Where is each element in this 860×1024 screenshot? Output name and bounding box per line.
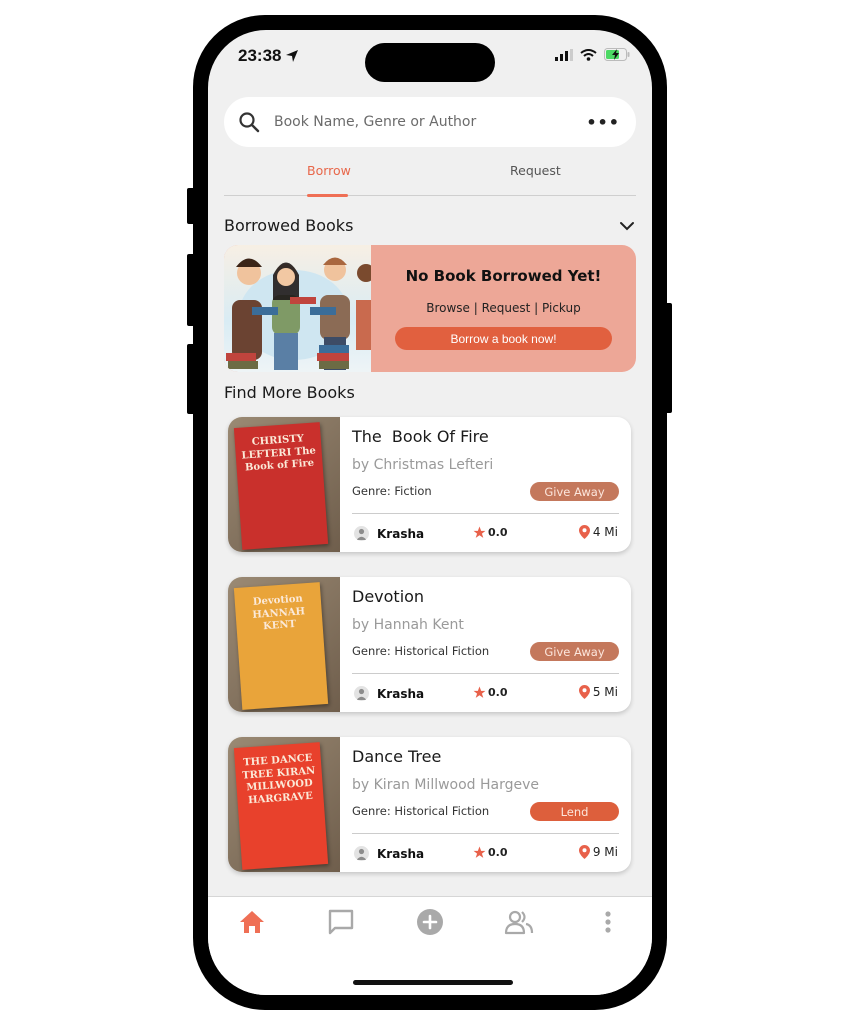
location-arrow-icon xyxy=(286,50,299,62)
avatar xyxy=(354,526,369,541)
book-info: Devotion by Hannah Kent Genre: Historica… xyxy=(352,577,619,712)
book-rating: 0.0 xyxy=(473,686,508,699)
book-info: The Book Of Fire by Christmas Lefteri Ge… xyxy=(352,417,619,552)
card-divider xyxy=(352,513,619,514)
book-card[interactable]: CHRISTY LEFTERI The Book of Fire The Boo… xyxy=(228,417,631,552)
listing-type-badge: Give Away xyxy=(530,642,619,661)
location-pin-icon xyxy=(578,525,590,539)
search-bar: ••• xyxy=(224,97,636,147)
book-author: by Christmas Lefteri xyxy=(352,457,494,473)
book-distance: 4 Mi xyxy=(578,525,618,539)
book-cover-image: CHRISTY LEFTERI The Book of Fire xyxy=(228,417,340,552)
location-pin-icon xyxy=(578,845,590,859)
book-title: The Book Of Fire xyxy=(352,427,489,446)
distance-value: 4 Mi xyxy=(592,525,618,539)
star-icon xyxy=(473,526,486,538)
nav-messages[interactable] xyxy=(326,907,356,937)
book-author: by Hannah Kent xyxy=(352,617,464,633)
book-card[interactable]: Devotion HANNAH KENT Devotion by Hannah … xyxy=(228,577,631,712)
book-distance: 5 Mi xyxy=(578,685,618,699)
book-cover-image: Devotion HANNAH KENT xyxy=(228,577,340,712)
owner-name: Krasha xyxy=(377,846,425,861)
status-icons xyxy=(555,48,630,61)
dynamic-island xyxy=(365,43,495,82)
nav-more[interactable] xyxy=(593,907,623,937)
more-options-icon[interactable]: ••• xyxy=(586,113,620,132)
book-distance: 9 Mi xyxy=(578,845,618,859)
avatar xyxy=(354,686,369,701)
book-cover-art: CHRISTY LEFTERI The Book of Fire xyxy=(233,422,329,550)
tab-borrow[interactable]: Borrow xyxy=(307,163,351,178)
chevron-down-icon[interactable] xyxy=(618,217,636,235)
book-card-footer: Krasha 0.0 5 Mi xyxy=(352,685,619,705)
tab-bar: Borrow Request xyxy=(224,156,636,197)
home-indicator xyxy=(353,980,513,985)
nav-add[interactable] xyxy=(415,907,445,937)
book-cover-art: Devotion HANNAH KENT xyxy=(233,582,329,710)
owner-name: Krasha xyxy=(377,686,425,701)
book-genre: Genre: Historical Fiction xyxy=(352,804,490,818)
book-author: by Kiran Millwood Hargeve xyxy=(352,777,540,793)
book-info: Dance Tree by Kiran Millwood Hargeve Gen… xyxy=(352,737,619,872)
add-circle-icon xyxy=(417,909,443,935)
people-sharing-books-illustration xyxy=(224,245,375,372)
nav-home[interactable] xyxy=(237,907,267,937)
time-text: 23:38 xyxy=(238,46,282,65)
borrow-book-now-button[interactable]: Borrow a book now! xyxy=(395,327,612,350)
search-input[interactable] xyxy=(274,114,587,130)
book-title: Devotion xyxy=(352,587,425,606)
tab-request[interactable]: Request xyxy=(510,163,561,178)
listing-type-badge: Give Away xyxy=(530,482,619,501)
book-owner[interactable]: Krasha xyxy=(354,526,424,541)
status-time: 23:38 xyxy=(238,46,299,66)
active-tab-indicator xyxy=(307,194,348,197)
book-cover-art: THE DANCE TREE KIRAN MILLWOOD HARGRAVE xyxy=(233,742,329,870)
book-card[interactable]: THE DANCE TREE KIRAN MILLWOOD HARGRAVE D… xyxy=(228,737,631,872)
star-icon xyxy=(473,846,486,858)
book-genre: Genre: Historical Fiction xyxy=(352,644,490,658)
distance-value: 9 Mi xyxy=(592,845,618,859)
book-card-footer: Krasha 0.0 4 Mi xyxy=(352,525,619,545)
distance-value: 5 Mi xyxy=(592,685,618,699)
book-genre: Genre: Fiction xyxy=(352,484,432,498)
wifi-icon xyxy=(580,48,597,61)
book-owner[interactable]: Krasha xyxy=(354,846,424,861)
chat-icon xyxy=(328,909,354,935)
book-rating: 0.0 xyxy=(473,846,508,859)
rating-value: 0.0 xyxy=(488,686,508,699)
empty-state-subtitle: Browse | Request | Pickup xyxy=(426,301,581,315)
empty-state-title: No Book Borrowed Yet! xyxy=(405,267,602,285)
location-pin-icon xyxy=(578,685,590,699)
borrowed-empty-state-card: No Book Borrowed Yet! Browse | Request |… xyxy=(224,245,636,372)
find-more-books-heading: Find More Books xyxy=(224,383,355,402)
book-card-footer: Krasha 0.0 9 Mi xyxy=(352,845,619,865)
app-screen: 23:38 ••• Borrow Request Bo xyxy=(208,30,652,995)
listing-type-badge: Lend xyxy=(530,802,619,821)
book-cover-image: THE DANCE TREE KIRAN MILLWOOD HARGRAVE xyxy=(228,737,340,872)
owner-name: Krasha xyxy=(377,526,425,541)
book-rating: 0.0 xyxy=(473,526,508,539)
book-owner[interactable]: Krasha xyxy=(354,686,424,701)
rating-value: 0.0 xyxy=(488,526,508,539)
card-divider xyxy=(352,833,619,834)
battery-charging-icon xyxy=(604,48,630,61)
avatar xyxy=(354,846,369,861)
card-divider xyxy=(352,673,619,674)
rating-value: 0.0 xyxy=(488,846,508,859)
nav-community[interactable] xyxy=(504,907,534,937)
borrowed-books-heading: Borrowed Books xyxy=(224,216,354,235)
people-icon xyxy=(504,910,534,935)
home-icon xyxy=(240,911,264,933)
book-title: Dance Tree xyxy=(352,747,442,766)
star-icon xyxy=(473,686,486,698)
empty-state-content: No Book Borrowed Yet! Browse | Request |… xyxy=(371,245,636,372)
search-icon[interactable] xyxy=(238,111,260,133)
signal-icon xyxy=(555,48,573,61)
more-vertical-icon xyxy=(605,911,611,933)
